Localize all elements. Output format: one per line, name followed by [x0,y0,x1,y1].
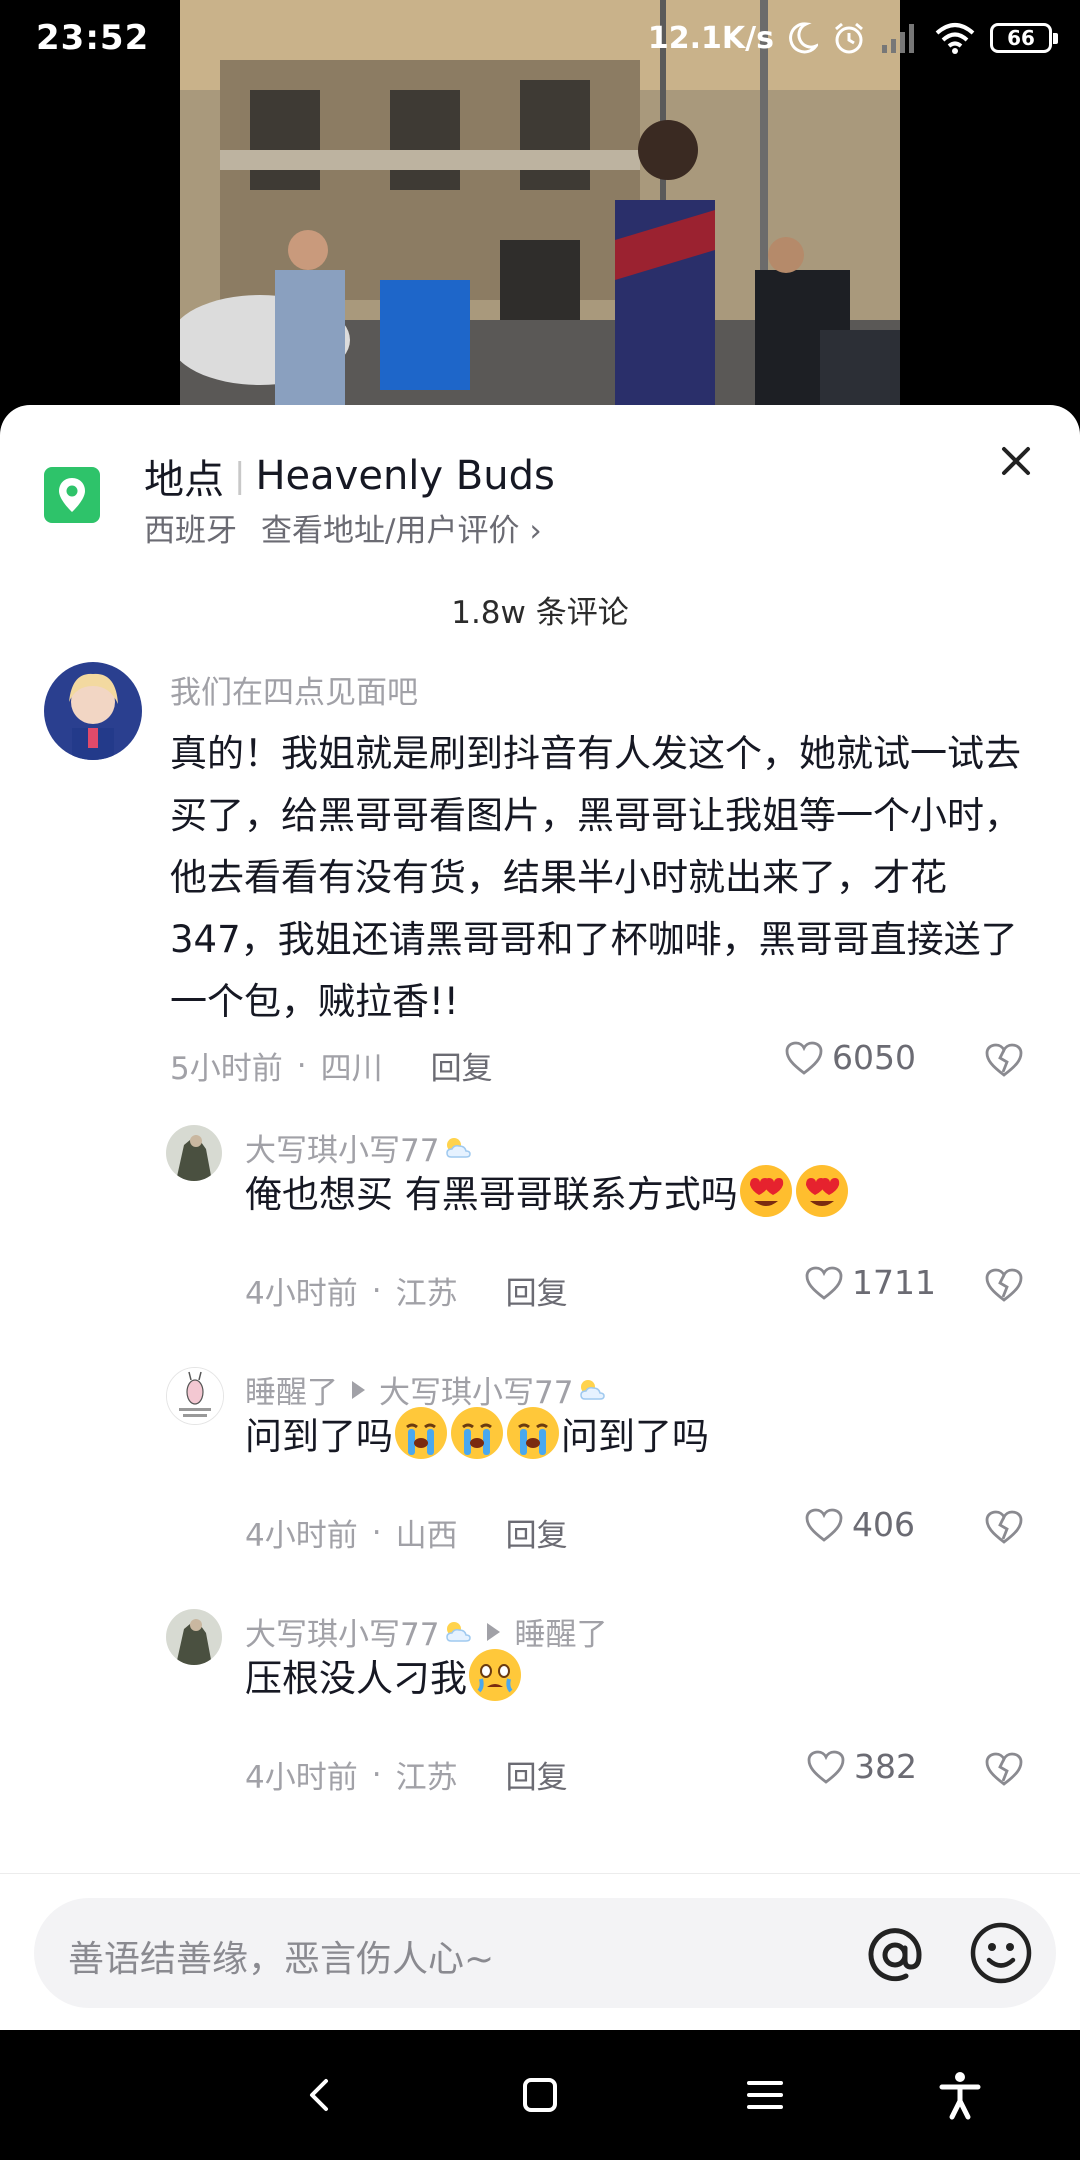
location-pin-icon[interactable] [44,467,100,523]
comment-region: 四川 [320,1051,383,1087]
reply-time: 4小时前 [245,1760,358,1796]
avatar[interactable] [166,1609,222,1665]
tearful-emoji-icon [469,1649,521,1701]
heart-icon [785,1041,823,1075]
location-detail-link-text: 查看地址/用户评价 [261,513,520,549]
mention-at-icon[interactable] [860,1920,930,1990]
wifi-icon [935,23,975,54]
crying-emoji-icon [395,1407,447,1459]
status-time: 23:52 [36,18,150,58]
avatar[interactable] [166,1125,222,1181]
reply-button[interactable]: 回复 [506,1510,568,1555]
reply-text: 压根没人刁我 [245,1648,1035,1710]
location-name: Heavenly Buds [255,453,555,499]
reply-button[interactable]: 回复 [431,1043,493,1088]
heart-icon [805,1508,843,1542]
location-title[interactable]: 地点 | Heavenly Buds [144,447,555,505]
meta-separator: · [296,1047,307,1084]
recent-apps-icon[interactable] [735,2065,795,2125]
system-nav-bar [0,2030,1080,2160]
battery-icon: 66 [990,23,1058,53]
reply-button[interactable]: 回复 [506,1268,568,1313]
like-button[interactable]: 382 [806,1747,917,1786]
dislike-icon[interactable] [984,1751,1024,1787]
meta-separator: · [371,1514,382,1551]
reply-region: 山西 [395,1518,458,1554]
comment-meta: 5小时前 · 四川 回复 [170,1043,493,1088]
avatar[interactable] [166,1367,224,1425]
meta-separator: · [371,1756,382,1793]
reply-text: 俺也想买 有黑哥哥联系方式吗 [245,1164,1035,1226]
reply-region: 江苏 [395,1276,458,1312]
reply-text-content: 问到了吗 [245,1415,393,1458]
close-icon [1002,447,1030,475]
like-count: 406 [852,1505,915,1544]
comment-input-placeholder: 善语结善缘，恶言伤人心~ [68,1939,495,1980]
crying-emoji-icon [507,1407,559,1459]
close-button[interactable] [994,439,1038,483]
comment-sheet: 地点 | Heavenly Buds 西班牙 查看地址/用户评价 › 1.8w … [0,405,1080,2030]
network-speed: 12.1K/s [647,20,774,56]
reply-text-content: 压根没人刁我 [245,1657,467,1700]
meta-separator: · [371,1272,382,1309]
heart-icon [805,1266,843,1300]
comment-text: 真的！我姐就是刷到抖音有人发这个，她就试一试去买了，给黑哥哥看图片，黑哥哥让我姐… [170,732,1021,1023]
heart-icon [807,1750,845,1784]
emoji-icon[interactable] [968,1920,1034,1986]
comment-time: 5小时前 [170,1051,283,1087]
like-button[interactable]: 406 [804,1505,915,1544]
comment-author[interactable]: 我们在四点见面吧 [170,667,418,712]
location-divider: | [234,456,246,496]
avatar[interactable] [44,662,142,760]
home-icon[interactable] [510,2065,570,2125]
chevron-right-icon: › [529,513,542,549]
status-icons: 12.1K/s 66 [647,18,1058,58]
comment-input[interactable]: 善语结善缘，恶言伤人心~ [34,1898,1056,2008]
battery-level: 66 [1007,26,1035,50]
dislike-icon[interactable] [984,1267,1024,1303]
heart-eyes-emoji-icon [739,1165,792,1217]
alarm-icon [835,22,863,54]
weather-badge-icon [580,1379,606,1400]
reply-text: 问到了吗 问到了吗 [245,1406,1035,1468]
location-detail-link[interactable]: 查看地址/用户评价 › [261,505,542,550]
reply-text-content-end: 问到了吗 [561,1415,709,1458]
reply-time: 4小时前 [245,1276,358,1312]
comment-input-bar: 善语结善缘，恶言伤人心~ [0,1873,1080,2031]
like-count: 382 [854,1747,917,1786]
comments-count: 1.8w 条评论 [451,595,629,631]
dislike-icon[interactable] [984,1042,1024,1078]
back-icon[interactable] [290,2065,350,2125]
like-count: 6050 [832,1038,916,1077]
heart-eyes-emoji-icon [795,1165,848,1217]
like-button[interactable]: 6050 [784,1038,916,1077]
signal-icon [882,24,914,53]
reply-meta: 4小时前 · 江苏 回复 [245,1752,568,1797]
moon-icon [789,22,818,54]
dislike-icon[interactable] [984,1509,1024,1545]
reply-meta: 4小时前 · 山西 回复 [245,1510,568,1555]
location-subtitle[interactable]: 西班牙 查看地址/用户评价 › [144,505,542,550]
reply-arrow-icon [487,1622,501,1641]
weather-badge-icon [446,1621,472,1642]
reply-meta: 4小时前 · 江苏 回复 [245,1268,568,1313]
weather-badge-icon [446,1137,472,1158]
status-bar: 23:52 12.1K/s 66 [0,0,1080,76]
like-button[interactable]: 1711 [804,1263,936,1302]
location-country: 西班牙 [144,513,237,549]
like-count: 1711 [852,1263,936,1302]
reply-text-content: 俺也想买 有黑哥哥联系方式吗 [245,1173,738,1216]
reply-arrow-icon [352,1380,365,1399]
accessibility-icon[interactable] [930,2065,990,2125]
crying-emoji-icon [451,1407,503,1459]
reply-button[interactable]: 回复 [506,1752,568,1797]
reply-region: 江苏 [395,1760,458,1796]
location-label: 地点 [144,457,224,503]
reply-time: 4小时前 [245,1518,358,1554]
